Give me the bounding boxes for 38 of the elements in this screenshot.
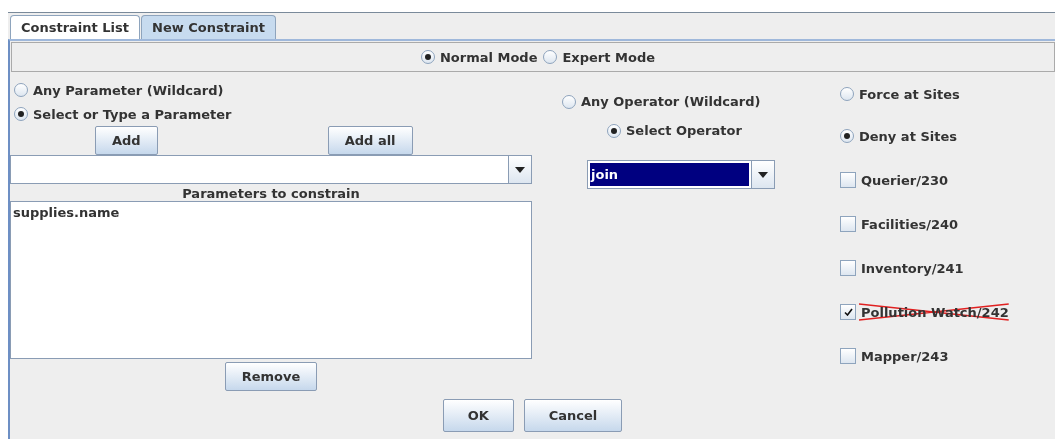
- site-label[interactable]: Mapper/243: [861, 348, 949, 364]
- radio-button[interactable]: [14, 83, 28, 97]
- list-label: Parameters to constrain: [181, 186, 361, 201]
- radio-button[interactable]: [420, 50, 435, 64]
- checkbox[interactable]: [840, 172, 856, 188]
- add-button[interactable]: Add: [95, 126, 158, 155]
- checkbox[interactable]: [840, 260, 856, 276]
- operator-option-label[interactable]: Any Operator (Wildcard): [581, 94, 761, 109]
- operator-combo-box[interactable]: join: [587, 160, 775, 189]
- combo-value: join: [590, 163, 749, 186]
- list-item[interactable]: supplies.name: [13, 205, 529, 220]
- checkbox[interactable]: [840, 304, 856, 320]
- remove-button[interactable]: Remove: [224, 362, 318, 391]
- site-label[interactable]: Facilities/240: [861, 216, 959, 232]
- radio-button[interactable]: [543, 50, 558, 64]
- checkbox[interactable]: [840, 348, 856, 364]
- radio-button[interactable]: [840, 129, 854, 143]
- parameter-option-label[interactable]: Any Parameter (Wildcard): [33, 82, 224, 98]
- parameter-option-label[interactable]: Select or Type a Parameter: [33, 106, 232, 122]
- site-mode-label[interactable]: Deny at Sites: [859, 128, 957, 144]
- parameter-list[interactable]: supplies.name: [10, 201, 532, 359]
- site-mode-label[interactable]: Force at Sites: [859, 86, 960, 102]
- radio-button[interactable]: [607, 123, 621, 138]
- tab[interactable]: Constraint List: [10, 15, 140, 39]
- site-label[interactable]: Querier/230: [861, 172, 949, 188]
- site-label[interactable]: Inventory/241: [861, 260, 964, 276]
- radio-button[interactable]: [840, 87, 854, 101]
- add-button[interactable]: Add all: [327, 126, 413, 155]
- mode-label[interactable]: Expert Mode: [562, 49, 655, 65]
- checkbox[interactable]: [840, 216, 856, 232]
- operator-option-label[interactable]: Select Operator: [626, 123, 742, 138]
- radio-button[interactable]: [14, 107, 28, 121]
- checkmark-icon: [843, 308, 853, 316]
- radio-button[interactable]: [562, 94, 576, 109]
- mode-label[interactable]: Normal Mode: [439, 49, 538, 65]
- dialog-button[interactable]: OK: [442, 399, 514, 432]
- dialog-button[interactable]: Cancel: [523, 399, 623, 432]
- tab[interactable]: New Constraint: [141, 15, 277, 39]
